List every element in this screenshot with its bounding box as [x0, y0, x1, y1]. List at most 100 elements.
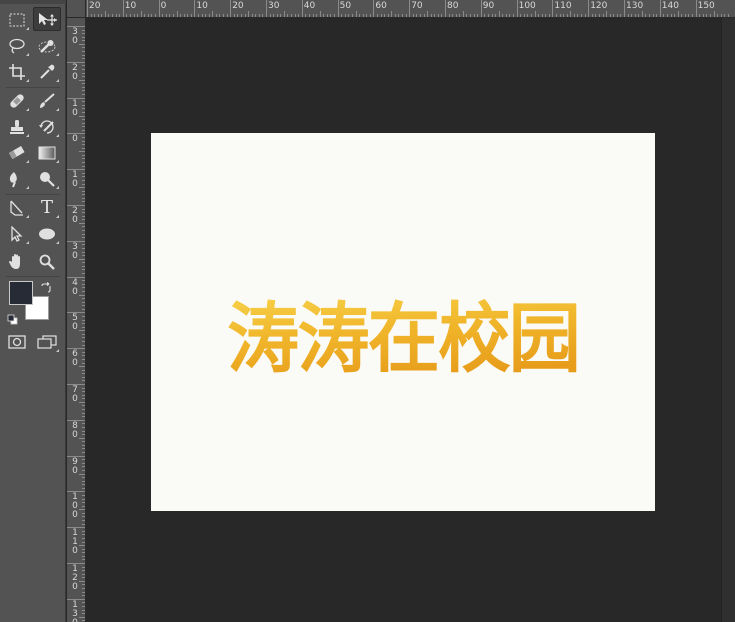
history-brush-tool[interactable] — [33, 115, 61, 139]
zoom-tool[interactable] — [33, 250, 61, 274]
ruler-minor-tick — [82, 595, 85, 597]
ruler-minor-tick — [82, 333, 85, 335]
ruler-minor-tick — [548, 14, 550, 17]
ruler-label: 10 — [72, 170, 78, 190]
ruler-label: 130 — [626, 1, 644, 11]
document-canvas[interactable]: 涛涛在校园 — [151, 133, 655, 511]
ruler-minor-tick — [165, 14, 167, 17]
ruler-minor-tick — [82, 251, 85, 253]
ruler-minor-tick — [82, 47, 85, 49]
vertical-ruler[interactable]: 3020100102030405060708090100110120130 — [67, 18, 86, 622]
gradient-tool[interactable] — [33, 141, 61, 165]
ruler-minor-tick — [276, 14, 278, 17]
ruler-minor-tick — [82, 477, 85, 479]
ruler-minor-tick — [641, 11, 643, 17]
path-selection-tool[interactable] — [3, 222, 31, 246]
ruler-minor-tick — [255, 14, 257, 17]
ruler-origin[interactable] — [67, 0, 86, 18]
ruler-minor-tick — [82, 537, 85, 539]
ruler-minor-tick — [248, 11, 250, 17]
ruler-minor-tick — [82, 620, 85, 622]
ruler-minor-tick — [79, 330, 85, 332]
type-tool[interactable]: T — [33, 196, 61, 220]
lasso-tool[interactable] — [3, 34, 31, 58]
ruler-minor-tick — [649, 14, 651, 17]
ruler-minor-tick — [505, 14, 507, 17]
ruler-minor-tick — [419, 14, 421, 17]
ruler-minor-tick — [82, 398, 85, 400]
ruler-minor-tick — [82, 172, 85, 174]
quick-selection-tool[interactable] — [33, 34, 61, 58]
eyedropper-tool[interactable] — [33, 60, 61, 84]
crop-tool[interactable] — [3, 60, 31, 84]
ruler-minor-tick — [477, 14, 479, 17]
rectangular-marquee-tool[interactable] — [3, 8, 31, 32]
ruler-label: 0 — [160, 1, 167, 11]
ruler-minor-tick — [430, 14, 432, 17]
ruler-label: 40 — [303, 1, 316, 11]
ruler-minor-tick — [82, 376, 85, 378]
ruler-minor-tick — [180, 14, 182, 17]
blur-tool[interactable] — [3, 167, 31, 191]
bandage-icon — [10, 94, 24, 108]
ruler-minor-tick — [455, 14, 457, 17]
ruler-minor-tick — [79, 580, 85, 582]
ruler-minor-tick — [82, 588, 85, 590]
ruler-minor-tick — [79, 616, 85, 618]
ruler-minor-tick — [294, 14, 296, 17]
ruler-minor-tick — [82, 108, 85, 110]
vertical-scrollbar[interactable] — [721, 18, 735, 622]
ruler-minor-tick — [82, 466, 85, 468]
swap-colors-button[interactable] — [40, 279, 52, 293]
ruler-minor-tick — [82, 122, 85, 124]
ellipse-icon — [39, 228, 55, 240]
ruler-minor-tick — [416, 14, 418, 17]
move-tool[interactable] — [33, 7, 61, 31]
ruler-label: 20 — [89, 1, 101, 11]
ruler-major-tick — [230, 0, 232, 17]
ruler-minor-tick — [82, 76, 85, 78]
horizontal-ruler[interactable]: 20 10 0 10 20 30 40 50 60 70 80 90 100 110 120 130 140 15… — [67, 0, 735, 18]
ruler-minor-tick — [82, 104, 85, 106]
ruler-minor-tick — [251, 14, 253, 17]
ruler-minor-tick — [462, 11, 464, 17]
ruler-minor-tick — [244, 14, 246, 17]
dodge-tool[interactable] — [33, 167, 61, 191]
quick-mask-button[interactable] — [3, 330, 31, 354]
foreground-color-swatch[interactable] — [9, 281, 33, 305]
ruler-minor-tick — [82, 323, 85, 325]
ruler-minor-tick — [570, 11, 572, 17]
ruler-minor-tick — [609, 14, 611, 17]
pen-tool[interactable] — [3, 196, 31, 220]
ruler-minor-tick — [94, 14, 96, 17]
ruler-minor-tick — [82, 255, 85, 257]
ruler-minor-tick — [402, 14, 404, 17]
ellipse-tool[interactable] — [33, 222, 61, 246]
clone-stamp-tool[interactable] — [3, 115, 31, 139]
screen-mode-button[interactable] — [33, 330, 61, 354]
hand-icon — [9, 254, 20, 269]
panel-grip[interactable] — [0, 0, 66, 4]
default-colors-button[interactable] — [7, 311, 19, 325]
ruler-minor-tick — [82, 308, 85, 310]
ruler-minor-tick — [82, 287, 85, 289]
ruler-minor-tick — [82, 230, 85, 232]
eraser-tool[interactable] — [3, 141, 31, 165]
ruler-minor-tick — [427, 11, 429, 17]
ruler-minor-tick — [82, 280, 85, 282]
ruler-minor-tick — [82, 459, 85, 461]
ruler-minor-tick — [709, 14, 711, 17]
brush-tool[interactable] — [33, 89, 61, 113]
ruler-minor-tick — [727, 14, 729, 17]
ruler-minor-tick — [82, 65, 85, 67]
ruler-minor-tick — [240, 14, 242, 17]
artwork-title-graphic[interactable]: 涛涛在校园 — [151, 133, 655, 511]
stamp-icon — [10, 120, 24, 134]
ruler-minor-tick — [573, 14, 575, 17]
ruler-label: 10 — [124, 1, 137, 11]
blur-icon — [9, 172, 17, 188]
spot-healing-tool[interactable] — [3, 89, 31, 113]
ruler-minor-tick — [82, 573, 85, 575]
ruler-minor-tick — [82, 215, 85, 217]
hand-tool[interactable] — [3, 250, 31, 274]
